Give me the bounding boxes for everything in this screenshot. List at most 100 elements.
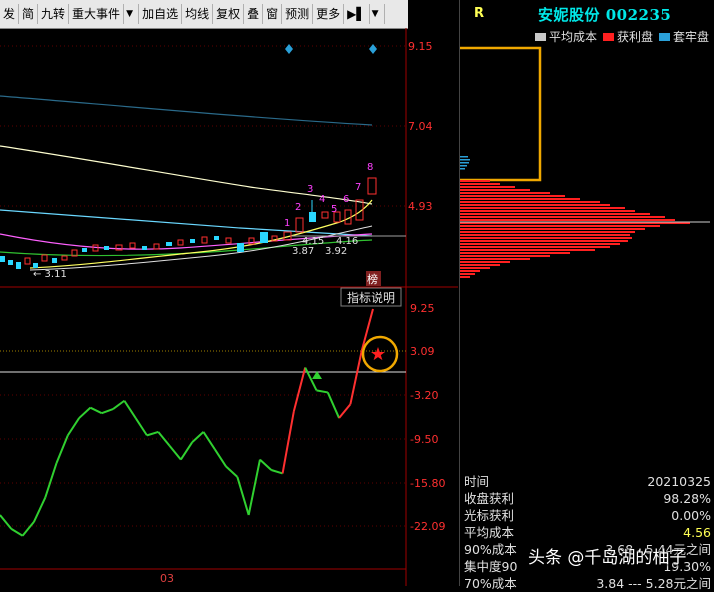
count-label-4: 4	[319, 194, 325, 205]
indicator-segment	[281, 410, 295, 474]
candle	[237, 243, 244, 252]
toolbar-forecast-button[interactable]: 预测	[282, 4, 314, 24]
indicator-series	[0, 308, 374, 537]
profit-chip-bar	[460, 189, 530, 191]
candle	[104, 246, 109, 250]
profit-chip-bar	[460, 210, 635, 212]
stat-value: 4.56	[683, 525, 711, 540]
toolbar-adjust-button[interactable]: 复权	[213, 4, 245, 24]
toolbar-add-watchlist-button[interactable]: 加自选	[139, 4, 183, 24]
profit-chip-bar	[460, 231, 635, 233]
profit-chip-bar	[460, 237, 632, 239]
price-tick-3: 4.93	[408, 200, 433, 213]
candle	[190, 239, 195, 243]
candle	[142, 246, 147, 250]
stat-label: 收盘获利	[464, 491, 515, 506]
trapped-chip-bar	[460, 159, 470, 161]
candle	[177, 239, 184, 246]
ma-line-yellow	[29, 199, 373, 269]
indicator-segment	[316, 389, 328, 394]
ma-line-cyan	[0, 209, 373, 237]
trapped-chip-bar	[460, 162, 469, 164]
profit-chip-bar	[460, 252, 570, 254]
indicator-segment	[89, 406, 103, 415]
star-icon	[371, 347, 385, 361]
legend-label: 平均成本	[548, 30, 597, 44]
indicator-tick-3: -3.20	[410, 389, 438, 402]
indicator-segment	[349, 350, 363, 405]
indicator-segment	[236, 476, 250, 516]
indicator-segment	[326, 392, 341, 419]
indicator-segment	[157, 431, 171, 447]
stat-value: 20210325	[647, 474, 711, 489]
stock-name-code: 安妮股份 002235	[538, 6, 672, 24]
trapped-chip-bar	[460, 165, 467, 167]
stat-row-cursor-profit: 光标获利 0.00%	[460, 507, 714, 524]
candle	[166, 242, 172, 246]
stat-label: 时间	[464, 474, 490, 489]
chart-svg: 9.15 7.04 4.93 1 2 3 4 5 6 7 8 ← 3.11 4.…	[0, 28, 458, 586]
indicator-tick-2: 3.09	[410, 345, 435, 358]
stat-label: 光标获利	[464, 508, 515, 523]
legend-label: 获利盘	[616, 30, 653, 44]
legend-item-avg-cost: 平均成本	[534, 28, 597, 45]
indicator-segment	[101, 408, 114, 415]
stat-value: 3.84 --- 5.28元之间	[596, 576, 711, 591]
candle	[8, 260, 13, 265]
profit-chip-bar	[460, 258, 530, 260]
toolbar-jian-button[interactable]: 简	[19, 4, 39, 24]
legend-item-trapped: 套牢盘	[658, 28, 709, 45]
stock-header: R 安妮股份 002235	[460, 0, 714, 28]
toolbar-overlay-button[interactable]: 叠	[244, 4, 264, 24]
profit-chip-bar	[460, 186, 515, 188]
toolbar-expand-icon[interactable]: ▶▌	[344, 4, 370, 24]
indicator-segment	[270, 469, 283, 475]
legend-swatch	[658, 32, 670, 41]
profit-chip-bar	[460, 273, 475, 275]
profit-chip-bar	[460, 249, 595, 251]
indicator-segment	[10, 527, 24, 537]
chip-distribution-chart	[460, 46, 710, 278]
profit-chip-bar	[460, 267, 490, 269]
toolbar-major-events-button[interactable]: 重大事件	[69, 4, 125, 24]
toolbar-window-button[interactable]: 窗	[263, 4, 283, 24]
major-events-dropdown-icon[interactable]: ▼	[124, 4, 140, 24]
month-label: 03	[160, 572, 174, 585]
candle	[295, 217, 304, 233]
ma-line-long	[0, 95, 373, 126]
candle	[0, 256, 5, 262]
toolbar-ma-button[interactable]: 均线	[182, 4, 214, 24]
profit-chip-bar	[460, 207, 625, 209]
legend-swatch	[602, 32, 614, 41]
profit-chip-bar	[460, 195, 565, 197]
indicator-segment	[213, 448, 227, 468]
profit-chip-bar	[460, 276, 470, 278]
candle	[41, 254, 48, 262]
profit-chip-bar	[460, 198, 580, 200]
bang-badge-label: 榜	[367, 272, 378, 286]
stat-label: 平均成本	[464, 525, 515, 540]
toolbar-jiuzhuan-button[interactable]: 九转	[38, 4, 70, 24]
price-tick-2: 7.04	[408, 120, 433, 133]
watermark-text: 头条 @千岛湖的柚子	[528, 548, 687, 568]
toolbar-fa-button[interactable]: 发	[0, 4, 20, 24]
profit-chip-bar	[460, 261, 510, 263]
toolbar-more-button[interactable]: 更多	[313, 4, 345, 24]
count-label-6: 6	[343, 194, 349, 205]
profit-chip-bar	[460, 228, 645, 230]
candle	[16, 262, 21, 269]
profit-chip-bar	[460, 234, 630, 236]
indicator-segment	[180, 441, 193, 461]
indicator-segment	[292, 367, 307, 412]
profit-chip-bar	[460, 216, 665, 218]
count-label-7: 7	[355, 182, 361, 193]
indicator-segment	[168, 445, 182, 461]
count-label-2: 2	[295, 202, 301, 213]
price-tick-1: 9.15	[408, 40, 433, 53]
indicator-segment	[123, 400, 137, 419]
toolbar-more-dropdown-icon[interactable]: ▼	[370, 4, 385, 24]
distribution-bars	[460, 156, 690, 278]
candle	[214, 236, 219, 240]
indicator-segment	[202, 431, 216, 450]
stats-table: 时间 20210325 收盘获利 98.28% 光标获利 0.00% 平均成本 4.56…	[460, 473, 714, 592]
